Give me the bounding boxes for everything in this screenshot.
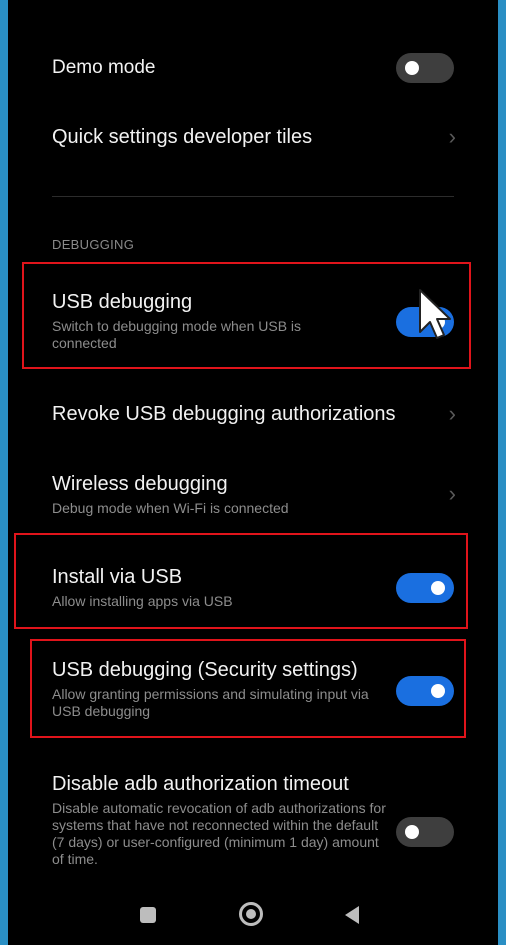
setting-wireless-debugging[interactable]: Wireless debugging Debug mode when Wi-Fi… (52, 472, 456, 517)
setting-quick-settings-tiles[interactable]: Quick settings developer tiles › (52, 124, 456, 149)
toggle-knob (405, 825, 419, 839)
setting-demo-mode[interactable]: Demo mode (52, 53, 454, 83)
home-icon[interactable] (239, 902, 263, 926)
setting-title: Disable adb authorization timeout (52, 773, 349, 795)
chevron-right-icon: › (448, 481, 456, 506)
demo-mode-toggle[interactable] (396, 53, 454, 83)
adb-timeout-toggle[interactable] (396, 817, 454, 847)
settings-screen: Demo mode Quick settings developer tiles… (8, 0, 498, 945)
setting-title: Quick settings developer tiles (52, 126, 313, 148)
setting-revoke-usb-authorizations[interactable]: Revoke USB debugging authorizations › (52, 401, 456, 426)
highlight-install-via-usb (14, 533, 468, 629)
setting-subtitle: Debug mode when Wi-Fi is connected (52, 500, 289, 516)
divider (52, 196, 454, 197)
setting-title: Demo mode (52, 57, 156, 78)
back-icon[interactable] (343, 905, 361, 930)
setting-subtitle: Disable automatic revocation of adb auth… (52, 800, 386, 867)
setting-disable-adb-timeout[interactable]: Disable adb authorization timeout Disabl… (52, 772, 454, 868)
toggle-knob (405, 61, 419, 75)
recents-icon[interactable] (140, 907, 156, 923)
mouse-cursor-icon (419, 289, 451, 339)
setting-title: Revoke USB debugging authorizations (52, 403, 396, 425)
setting-title: Wireless debugging (52, 473, 228, 495)
section-header-debugging: DEBUGGING (52, 237, 135, 252)
chevron-right-icon: › (448, 124, 456, 149)
chevron-right-icon: › (448, 401, 456, 426)
navigation-bar (8, 885, 498, 945)
highlight-usb-security (30, 639, 466, 738)
highlight-usb-debugging (22, 262, 471, 369)
